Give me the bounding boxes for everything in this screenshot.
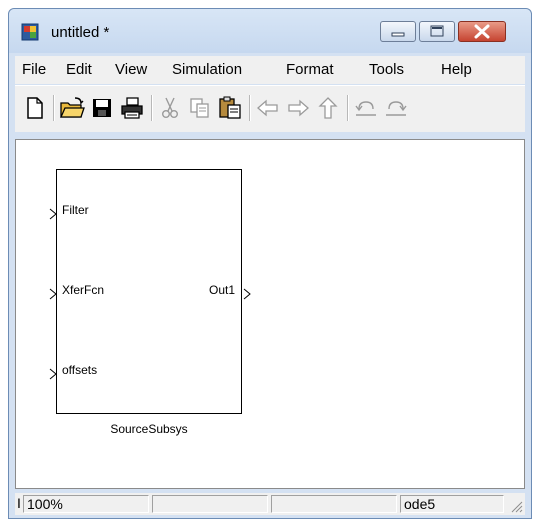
paste-icon (219, 96, 241, 119)
back-arrow-icon (257, 99, 278, 117)
output-port-label-out1: Out1 (208, 283, 235, 297)
maximize-icon (430, 25, 444, 37)
maximize-button[interactable] (419, 21, 455, 42)
print-icon (121, 97, 143, 119)
undo-button[interactable] (353, 95, 379, 121)
menu-format[interactable]: Format (286, 61, 334, 78)
menu-tools[interactable]: Tools (369, 61, 404, 78)
copy-icon (190, 98, 209, 118)
menu-file[interactable]: File (22, 61, 46, 78)
status-solver: ode5 (400, 495, 504, 513)
cut-button[interactable] (157, 95, 183, 121)
menu-bar: File Edit View Simulation Format Tools H… (15, 56, 525, 84)
input-port-arrow[interactable] (48, 208, 58, 220)
new-model-button[interactable] (21, 95, 47, 121)
menu-simulation[interactable]: Simulation (172, 61, 242, 78)
close-icon (474, 24, 490, 39)
status-cell (271, 495, 397, 513)
forward-button[interactable] (285, 95, 311, 121)
status-zoom: 100% (23, 495, 149, 513)
title-bar[interactable]: untitled * (9, 9, 531, 53)
toolbar-separator (53, 95, 55, 121)
status-cell (152, 495, 268, 513)
open-folder-icon (59, 97, 85, 118)
menu-view[interactable]: View (115, 61, 147, 78)
window-title: untitled * (51, 24, 110, 41)
new-document-icon (27, 97, 43, 119)
minimize-icon (391, 32, 405, 37)
input-port-label-offsets: offsets (62, 363, 98, 377)
save-button[interactable] (89, 95, 115, 121)
minimize-button[interactable] (380, 21, 416, 42)
input-port-arrow[interactable] (48, 288, 58, 300)
open-button[interactable] (59, 95, 85, 121)
toolbar-separator (249, 95, 251, 121)
toolbar-separator (151, 95, 153, 121)
input-port-label-xferfcn: XferFcn (62, 283, 105, 297)
status-bar: I 100% ode5 (15, 493, 525, 515)
output-port-arrow[interactable] (242, 288, 252, 300)
save-icon (93, 99, 111, 117)
up-button[interactable] (315, 95, 341, 121)
copy-button[interactable] (187, 95, 213, 121)
redo-button[interactable] (383, 95, 409, 121)
model-canvas[interactable]: Filter XferFcn offsets Out1 SourceSubsys (15, 139, 525, 489)
back-button[interactable] (255, 95, 281, 121)
close-button[interactable] (458, 21, 506, 42)
redo-icon (386, 101, 407, 116)
input-port-label-filter: Filter (62, 203, 89, 217)
simulink-model-icon (21, 23, 39, 41)
print-button[interactable] (119, 95, 145, 121)
resize-grip-icon[interactable] (509, 499, 523, 513)
cut-icon (161, 97, 178, 118)
model-window: untitled * File Edit View Simulation For… (8, 8, 532, 519)
toolbar-separator (347, 95, 349, 121)
paste-button[interactable] (217, 95, 243, 121)
input-port-arrow[interactable] (48, 368, 58, 380)
undo-icon (355, 101, 376, 116)
menu-help[interactable]: Help (441, 61, 472, 78)
subsystem-block[interactable]: Filter XferFcn offsets Out1 (56, 169, 242, 414)
menu-edit[interactable]: Edit (66, 61, 92, 78)
up-arrow-icon (318, 97, 338, 119)
block-name[interactable]: SourceSubsys (56, 422, 242, 436)
toolbar (15, 85, 525, 132)
forward-arrow-icon (288, 99, 309, 117)
